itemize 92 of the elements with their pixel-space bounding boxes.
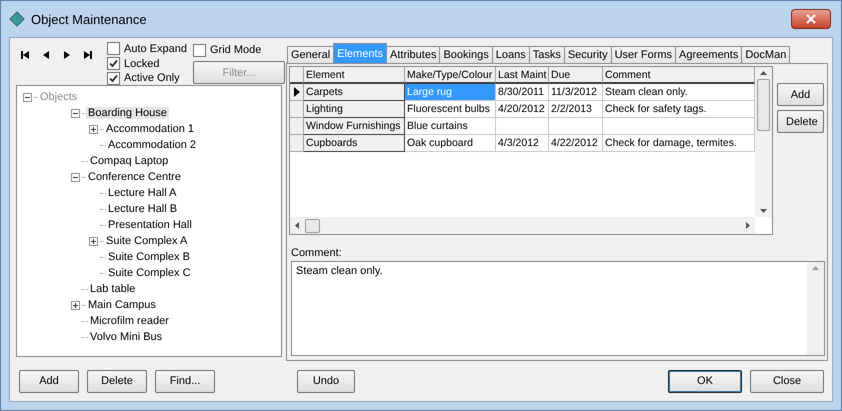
- tree-item[interactable]: Main Campus: [86, 299, 158, 311]
- scroll-up-icon[interactable]: [760, 71, 767, 75]
- table-cell[interactable]: Check for safety tags.: [603, 101, 755, 118]
- close-icon: [806, 14, 816, 24]
- table-cell[interactable]: 4/22/2012: [549, 135, 603, 152]
- tree-item[interactable]: Compaq Laptop: [88, 155, 170, 167]
- tab[interactable]: User Forms: [610, 46, 676, 63]
- checkbox[interactable]: [107, 72, 120, 85]
- dialog-button[interactable]: Add: [19, 370, 79, 392]
- current-row-icon: [294, 87, 300, 97]
- add-button[interactable]: Add: [777, 83, 824, 106]
- checkbox[interactable]: [107, 42, 120, 56]
- column-header[interactable]: Comment: [603, 67, 755, 84]
- tree-item[interactable]: Boarding House: [86, 107, 169, 119]
- scroll-right-icon[interactable]: [746, 222, 750, 229]
- dialog-button[interactable]: Close: [750, 370, 824, 392]
- row-header[interactable]: [290, 84, 304, 101]
- tree-item[interactable]: Suite Complex A: [104, 235, 190, 247]
- collapse-icon[interactable]: [71, 108, 80, 118]
- collapse-icon[interactable]: [23, 92, 32, 102]
- checkbox-label: Active Only: [124, 72, 180, 84]
- tab[interactable]: Security: [564, 46, 612, 63]
- tree-item[interactable]: Conference Centre: [86, 171, 183, 183]
- table-cell[interactable]: [496, 118, 549, 135]
- last-record-icon: [83, 50, 93, 60]
- checkbox-label: Grid Mode: [210, 44, 262, 56]
- checkbox-label: Locked: [124, 58, 160, 70]
- table-cell[interactable]: 4/3/2012: [496, 135, 549, 152]
- delete-button[interactable]: Delete: [777, 110, 824, 133]
- tree-item[interactable]: Suite Complex C: [106, 267, 193, 279]
- first-record-icon: [20, 50, 30, 60]
- close-button[interactable]: [791, 9, 831, 29]
- tree-item[interactable]: Volvo Mini Bus: [88, 331, 164, 343]
- tree-item[interactable]: Lecture Hall A: [106, 187, 178, 199]
- table-cell[interactable]: Carpets: [304, 84, 405, 101]
- table-cell[interactable]: Fluorescent bulbs: [405, 101, 496, 118]
- table-cell[interactable]: Oak cupboard: [405, 135, 496, 152]
- table-cell[interactable]: [603, 118, 755, 135]
- tab[interactable]: Loans: [492, 46, 530, 63]
- checkbox[interactable]: [193, 44, 206, 56]
- dialog-button[interactable]: Undo: [297, 370, 355, 392]
- checkbox-label: Auto Expand: [124, 42, 187, 55]
- table-cell[interactable]: 11/3/2012: [549, 84, 603, 101]
- tree-item[interactable]: Accommodation 1: [104, 123, 196, 135]
- table-cell[interactable]: Lighting: [304, 101, 405, 118]
- vertical-scrollbar[interactable]: [807, 262, 824, 355]
- column-header[interactable]: Make/Type/Colour: [405, 67, 496, 84]
- column-header[interactable]: Due: [549, 67, 603, 84]
- comment-field[interactable]: Steam clean only.: [291, 261, 825, 356]
- dialog-button[interactable]: OK: [668, 370, 742, 392]
- scroll-thumb[interactable]: [757, 79, 770, 131]
- tree-item[interactable]: Microfilm reader: [88, 315, 171, 327]
- table-cell[interactable]: 4/20/2012: [496, 101, 549, 118]
- tab[interactable]: DocMan: [741, 46, 790, 63]
- table-cell[interactable]: Check for damage, termites.: [603, 135, 755, 152]
- table-cell[interactable]: Cupboards: [304, 135, 405, 152]
- expand-icon[interactable]: [89, 236, 98, 246]
- table-cell[interactable]: Blue curtains: [405, 118, 496, 135]
- tab[interactable]: Bookings: [439, 46, 493, 63]
- dialog-button[interactable]: Delete: [87, 370, 147, 392]
- horizontal-scrollbar[interactable]: [290, 217, 755, 234]
- tab[interactable]: Tasks: [528, 46, 565, 63]
- window-title: Object Maintenance: [31, 12, 148, 26]
- corner-header[interactable]: [290, 67, 304, 84]
- scroll-left-icon[interactable]: [295, 222, 299, 229]
- scroll-thumb[interactable]: [305, 218, 320, 232]
- collapse-icon[interactable]: [71, 172, 80, 182]
- tree-item[interactable]: Lecture Hall B: [106, 203, 180, 215]
- table-cell[interactable]: Window Furnishings: [304, 118, 405, 135]
- comment-label: Comment:: [291, 247, 343, 259]
- column-header[interactable]: Last Maint: [496, 67, 549, 84]
- tab[interactable]: Attributes: [386, 46, 440, 63]
- column-header[interactable]: Element: [304, 67, 405, 84]
- dialog-button[interactable]: Find...: [155, 370, 215, 392]
- vertical-scrollbar[interactable]: [755, 67, 772, 217]
- checkbox[interactable]: [107, 57, 120, 70]
- tree-item[interactable]: Presentation Hall: [106, 219, 194, 231]
- table-cell[interactable]: [549, 118, 603, 135]
- tree-item[interactable]: Suite Complex B: [106, 251, 192, 263]
- tree-item[interactable]: Accommodation 2: [106, 139, 198, 151]
- table-cell[interactable]: Steam clean only.: [603, 84, 755, 101]
- tab[interactable]: Agreements: [675, 46, 742, 63]
- tree-item[interactable]: Lab table: [88, 283, 138, 295]
- table-cell[interactable]: 8/30/2011: [496, 84, 549, 101]
- scroll-down-icon[interactable]: [760, 209, 767, 213]
- expand-icon[interactable]: [71, 300, 80, 310]
- table-cell[interactable]: 2/2/2013: [549, 101, 603, 118]
- next-record-icon: [62, 50, 72, 60]
- diamond-icon: [9, 11, 25, 27]
- expand-icon[interactable]: [89, 124, 98, 134]
- previous-record-icon: [41, 50, 51, 60]
- tab[interactable]: General: [287, 46, 334, 63]
